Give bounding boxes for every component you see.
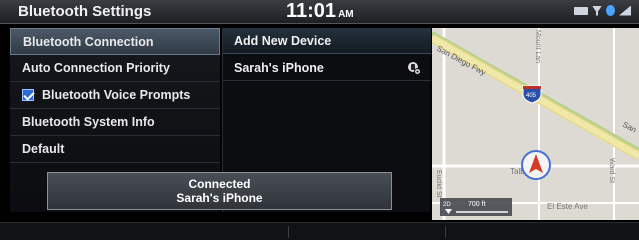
connected-status-popup: Connected Sarah's iPhone — [47, 172, 392, 210]
map-label-el-este: El Este Ave — [547, 202, 588, 211]
map-label-ward: Ward St — [608, 158, 615, 183]
map-label-mount: Mount Lan — [534, 30, 541, 63]
divider — [445, 226, 446, 238]
menu-item-label: Bluetooth Connection — [23, 35, 154, 49]
menu-item-bluetooth-voice-prompts[interactable]: Bluetooth Voice Prompts — [10, 82, 220, 109]
svg-text:2D: 2D — [443, 202, 451, 208]
menu-item-label: Auto Connection Priority — [22, 61, 170, 75]
status-icons — [574, 5, 631, 16]
menu-item-label: Bluetooth Voice Prompts — [42, 88, 191, 102]
add-device-label: Add New Device — [234, 34, 332, 48]
add-new-device-button[interactable]: Add New Device — [223, 28, 431, 54]
svg-text:700 ft: 700 ft — [468, 201, 486, 208]
menu-item-auto-connection-priority[interactable]: Auto Connection Priority — [10, 55, 220, 82]
voice-prompts-checkbox[interactable] — [22, 89, 34, 101]
menu-item-bluetooth-connection[interactable]: Bluetooth Connection — [10, 28, 220, 55]
phone-settings-icon[interactable] — [407, 61, 421, 75]
clock-time: 11:01 — [286, 0, 337, 22]
menu-item-label: Default — [22, 142, 65, 156]
connected-device-name: Sarah's iPhone — [176, 191, 263, 205]
menu-item-bluetooth-system-info[interactable]: Bluetooth System Info — [10, 109, 220, 136]
bottom-bar — [0, 222, 639, 240]
page-title: Bluetooth Settings — [18, 3, 152, 20]
device-name: Sarah's iPhone — [234, 61, 324, 75]
divider — [288, 226, 289, 238]
device-item-sarahs-iphone[interactable]: Sarah's iPhone — [223, 55, 431, 81]
status-bar: Bluetooth Settings 11:01 AM — [0, 0, 639, 24]
antenna-icon — [592, 5, 602, 16]
navigation-map[interactable]: 405 San Diego Fwy San Mount Lan Talbert … — [432, 28, 639, 220]
map-canvas: 405 San Diego Fwy San Mount Lan Talbert … — [432, 28, 639, 220]
connected-label: Connected — [188, 177, 251, 191]
infotainment-screen: Bluetooth Settings 11:01 AM Bluetooth Con… — [0, 0, 639, 240]
map-scale-bar: 2D 700 ft — [440, 198, 512, 216]
vehicle-position-icon — [521, 150, 551, 180]
map-label-euclid: Euclid St — [435, 170, 442, 198]
clock-ampm: AM — [338, 9, 354, 20]
menu-item-label: Bluetooth System Info — [22, 115, 155, 129]
menu-item-default[interactable]: Default — [10, 136, 220, 163]
signal-icon — [619, 5, 631, 16]
battery-icon — [574, 6, 588, 15]
bluetooth-icon — [606, 5, 615, 16]
clock: 11:01 AM — [286, 0, 354, 23]
svg-text:405: 405 — [526, 93, 537, 99]
